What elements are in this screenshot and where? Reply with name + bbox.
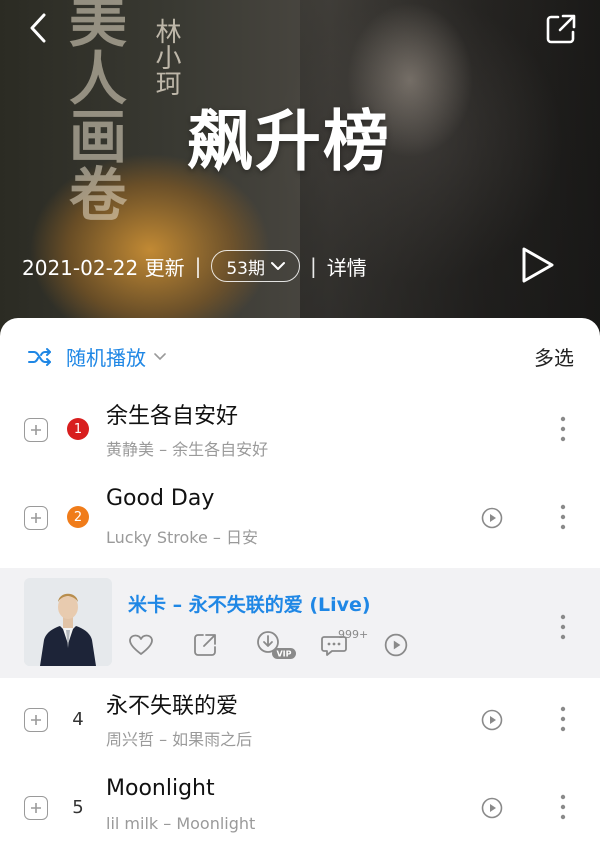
add-button[interactable] — [24, 796, 48, 820]
chart-banner: 美人画卷 林小珂 飙升榜 2021-02-22 更新 | 53期 | 详情 — [0, 0, 600, 345]
plus-icon — [31, 425, 41, 435]
video-play-icon[interactable] — [481, 507, 503, 529]
more-icon[interactable] — [552, 702, 574, 736]
video-play-icon[interactable] — [481, 709, 503, 731]
artist-photo — [24, 578, 112, 666]
list-item[interactable]: 4 永不失联的爱 周兴哲 – 如果雨之后 — [0, 680, 600, 768]
now-playing-title[interactable]: 米卡 – 永不失联的爱 (Live) — [128, 590, 371, 617]
song-title[interactable]: 永不失联的爱 — [106, 688, 238, 720]
rank-badge: 1 — [67, 418, 89, 440]
shuffle-play-button[interactable]: 随机播放 — [28, 342, 166, 371]
video-play-button[interactable] — [384, 628, 448, 662]
rank-number: 4 — [72, 708, 84, 730]
shuffle-icon — [28, 347, 51, 366]
rank-number: 5 — [72, 796, 84, 818]
list-item[interactable]: 2 Good Day Lucky Stroke – 日安 — [0, 478, 600, 566]
poster-calligraphy: 美人画卷 — [59, 0, 127, 222]
share-icon — [194, 634, 216, 656]
shuffle-label: 随机播放 — [66, 346, 146, 370]
list-toolbar: 随机播放 多选 — [0, 318, 600, 394]
chevron-down-icon — [154, 352, 166, 360]
download-button[interactable]: VIP — [256, 628, 320, 662]
update-date: 2021-02-22 更新 — [22, 255, 185, 280]
video-play-icon — [384, 633, 408, 657]
issue-label: 53期 — [226, 258, 265, 279]
issue-selector[interactable]: 53期 — [211, 250, 300, 282]
video-play-icon[interactable] — [481, 797, 503, 819]
song-title[interactable]: 余生各自安好 — [106, 398, 238, 430]
song-actions: VIP 999+ — [128, 628, 448, 662]
song-title[interactable]: Good Day — [106, 486, 214, 511]
add-button[interactable] — [24, 418, 48, 442]
add-button[interactable] — [24, 506, 48, 530]
like-button[interactable] — [128, 628, 192, 662]
page-title: 飙升榜 — [187, 103, 391, 180]
list-item[interactable]: 5 Moonlight lil milk – Moonlight — [0, 768, 600, 856]
chevron-left-icon — [30, 13, 46, 43]
share-button[interactable] — [544, 12, 578, 46]
rank-badge: 2 — [67, 506, 89, 528]
play-icon — [522, 247, 554, 283]
divider: | — [194, 254, 202, 278]
song-title[interactable]: Moonlight — [106, 776, 215, 801]
download-icon: VIP — [257, 631, 296, 659]
comment-count: 999+ — [338, 628, 369, 641]
song-subtitle: 周兴哲 – 如果雨之后 — [106, 730, 253, 749]
more-icon[interactable] — [552, 790, 574, 824]
add-button[interactable] — [24, 708, 48, 732]
play-all-button[interactable] — [518, 245, 556, 285]
album-cover[interactable] — [24, 578, 112, 666]
now-playing-item[interactable]: 米卡 – 永不失联的爱 (Live) VIP 999+ — [0, 568, 600, 678]
back-button[interactable] — [22, 12, 54, 44]
multi-select-button[interactable]: 多选 — [534, 342, 574, 371]
share-song-button[interactable] — [192, 628, 256, 662]
song-list-card: 随机播放 多选 1 余生各自安好 黄静美 – 余生各自安好 2 Good Day… — [0, 318, 600, 865]
plus-icon — [31, 715, 41, 725]
poster-artist: 林小珂 — [151, 18, 181, 96]
song-subtitle: lil milk – Moonlight — [106, 814, 256, 833]
vip-tag: VIP — [276, 650, 291, 659]
list-item[interactable]: 1 余生各自安好 黄静美 – 余生各自安好 — [0, 390, 600, 478]
more-icon[interactable] — [552, 500, 574, 534]
plus-icon — [31, 803, 41, 813]
more-icon[interactable] — [552, 412, 574, 446]
detail-link[interactable]: 详情 — [327, 252, 367, 281]
divider: | — [309, 254, 317, 278]
heart-icon — [129, 634, 153, 655]
song-subtitle: 黄静美 – 余生各自安好 — [106, 440, 269, 459]
chart-meta: 2021-02-22 更新 | 53期 | 详情 — [22, 248, 367, 284]
plus-icon — [31, 513, 41, 523]
share-icon — [546, 14, 576, 44]
more-icon[interactable] — [552, 610, 574, 644]
chevron-down-icon — [270, 262, 285, 270]
song-subtitle: Lucky Stroke – 日安 — [106, 528, 258, 547]
